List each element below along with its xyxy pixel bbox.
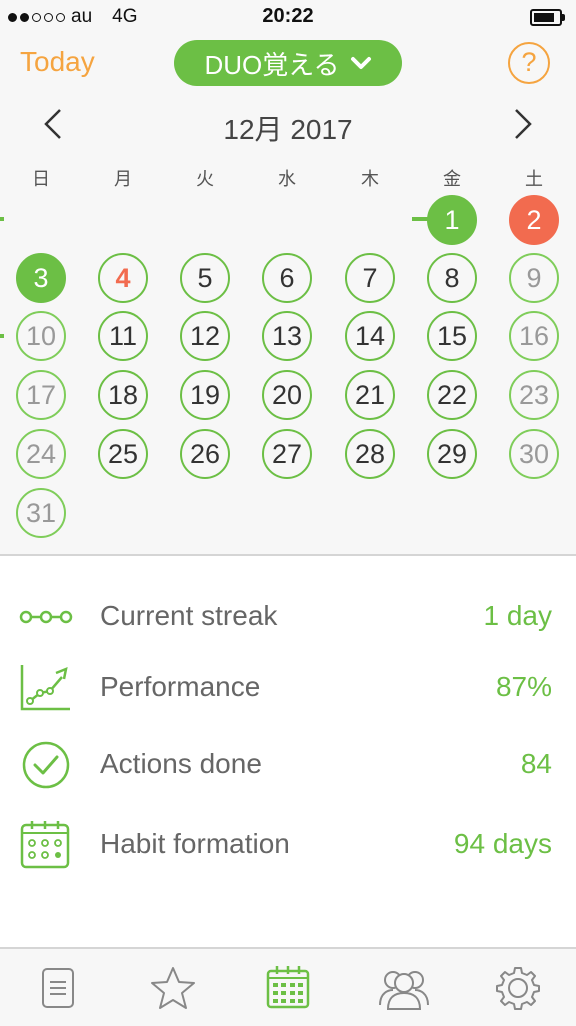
calendar-grid-icon: [20, 821, 70, 869]
stat-value: 1 day: [483, 600, 553, 631]
stat-label: Current streak: [100, 600, 278, 631]
calendar-day[interactable]: 19: [180, 370, 230, 420]
calendar-day[interactable]: 10: [16, 311, 66, 361]
streak-connector: [0, 334, 4, 338]
calendar-day[interactable]: 6: [262, 253, 312, 303]
calendar-day[interactable]: 14: [345, 311, 395, 361]
calendar-day[interactable]: 21: [345, 370, 395, 420]
stats-panel: Current streak 1 day Performance 87% Act…: [0, 556, 576, 948]
tab-bar: [0, 947, 576, 1026]
calendar-day[interactable]: 2: [509, 195, 559, 245]
list-icon[interactable]: [33, 963, 83, 1013]
calendar-day[interactable]: 12: [180, 311, 230, 361]
calendar-day[interactable]: 18: [98, 370, 148, 420]
calendar-day[interactable]: 8: [427, 253, 477, 303]
calendar-day[interactable]: 3: [16, 253, 66, 303]
stat-label: Actions done: [100, 748, 262, 779]
friends-icon[interactable]: [376, 963, 432, 1013]
settings-gear-icon[interactable]: [493, 963, 543, 1013]
checkmark-circle-icon: [22, 741, 70, 789]
stat-habit-formation: Habit formation 94 days: [0, 814, 576, 874]
stat-label: Performance: [100, 671, 261, 702]
calendar-day[interactable]: 20: [262, 370, 312, 420]
calendar-day[interactable]: 24: [16, 429, 66, 479]
calendar-icon[interactable]: [263, 963, 313, 1013]
calendar-day[interactable]: 29: [427, 429, 477, 479]
calendar-day[interactable]: 11: [98, 311, 148, 361]
stat-value: 84: [520, 748, 552, 779]
performance-chart-icon: [20, 665, 70, 711]
stat-value: 87%: [495, 671, 552, 702]
calendar-day[interactable]: 27: [262, 429, 312, 479]
calendar-day[interactable]: 26: [180, 429, 230, 479]
calendar-day-today[interactable]: 4: [98, 253, 148, 303]
calendar-day[interactable]: 31: [16, 488, 66, 538]
streak-connector: [0, 217, 4, 221]
calendar-day[interactable]: 16: [509, 311, 559, 361]
calendar-day[interactable]: 30: [509, 429, 559, 479]
calendar-day[interactable]: 13: [262, 311, 312, 361]
stat-current-streak: Current streak 1 day: [0, 586, 576, 646]
calendar-day[interactable]: 22: [427, 370, 477, 420]
stat-label: Habit formation: [100, 828, 290, 859]
star-icon[interactable]: [148, 963, 198, 1013]
calendar-grid: 1 2 3 4 5 6 7 8 9 10 11 12 13 14 15 16 1…: [0, 0, 576, 560]
calendar-day[interactable]: 5: [180, 253, 230, 303]
calendar-day[interactable]: 28: [345, 429, 395, 479]
calendar-day[interactable]: 17: [16, 370, 66, 420]
calendar-day[interactable]: 23: [509, 370, 559, 420]
calendar-day[interactable]: 25: [98, 429, 148, 479]
calendar-day[interactable]: 9: [509, 253, 559, 303]
calendar-day[interactable]: 1: [427, 195, 477, 245]
stat-actions-done: Actions done 84: [0, 734, 576, 794]
streak-icon: [19, 610, 73, 624]
calendar-day[interactable]: 15: [427, 311, 477, 361]
calendar-day[interactable]: 7: [345, 253, 395, 303]
stat-performance: Performance 87%: [0, 657, 576, 717]
stat-value: 94 days: [453, 828, 552, 859]
